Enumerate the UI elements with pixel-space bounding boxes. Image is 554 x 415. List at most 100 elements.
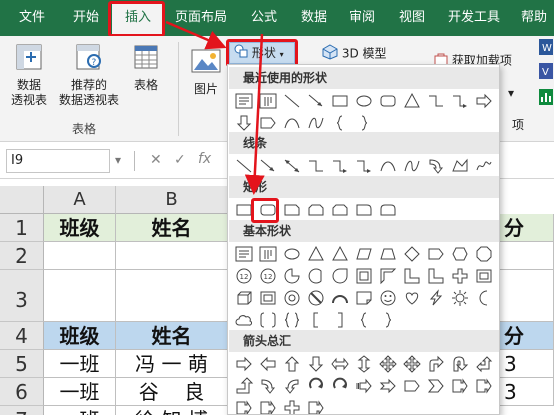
line-shape-freeform-icon[interactable]	[450, 156, 470, 176]
cell-b2[interactable]	[116, 242, 228, 270]
recent-shape-tri-icon[interactable]	[402, 91, 422, 111]
name-box[interactable]: I9	[6, 149, 110, 173]
arrow-shape-bentup-icon[interactable]	[234, 376, 254, 396]
rect-shape-snip2-icon[interactable]	[306, 200, 326, 220]
basic-shape-frame-icon[interactable]	[354, 266, 374, 286]
column-header-a[interactable]: A	[44, 186, 116, 214]
arrow-shape-circArrow-icon[interactable]	[306, 376, 326, 396]
line-shape-elbow-icon[interactable]	[306, 156, 326, 176]
basic-shape-textbox-icon[interactable]	[234, 244, 254, 264]
basic-shape-teardrop-icon[interactable]	[330, 266, 350, 286]
namebox-chevron-icon[interactable]: ▾	[112, 153, 124, 168]
recent-shape-oval-icon[interactable]	[354, 91, 374, 111]
arrow-shape-callout-icon[interactable]	[450, 376, 470, 396]
line-shape-scurve-icon[interactable]	[402, 156, 422, 176]
rect-shape-round2-icon[interactable]	[378, 200, 398, 220]
row-header-7[interactable]: 7	[0, 406, 44, 415]
column-header-b[interactable]: B	[116, 186, 228, 214]
cell-tail-6[interactable]: 3	[500, 378, 554, 406]
arrow-shape-plusShape-icon[interactable]	[282, 398, 302, 414]
arrow-shape-curvedL-icon[interactable]	[282, 376, 302, 396]
basic-shape-lshape-icon[interactable]	[426, 266, 446, 286]
cell-a3[interactable]	[44, 270, 116, 322]
recent-shape-pent-icon[interactable]	[258, 113, 278, 133]
cell-a6[interactable]: 一班	[44, 378, 116, 406]
basic-shape-pie-icon[interactable]	[282, 266, 302, 286]
table-button[interactable]: 表格	[126, 42, 166, 93]
cell-a5[interactable]: 一班	[44, 350, 116, 378]
my-addins-chevron[interactable]: ▾	[500, 86, 522, 101]
arrow-shape-chevron-icon[interactable]	[426, 376, 446, 396]
tab-review[interactable]: 审阅	[340, 0, 384, 36]
basic-shape-bevel-icon[interactable]	[474, 266, 494, 286]
basic-shape-tri-icon[interactable]	[306, 244, 326, 264]
arrow-shape-lrarrow-icon[interactable]	[330, 354, 350, 374]
basic-shape-circle12-icon[interactable]: 12	[258, 266, 278, 286]
arrow-shape-callout-icon[interactable]	[234, 398, 254, 414]
recent-shape-line-icon[interactable]	[282, 91, 302, 111]
arrow-shape-striped-icon[interactable]	[354, 376, 374, 396]
recommended-pivot-button[interactable]: ? 推荐的 数据透视表	[54, 42, 124, 108]
line-shape-dblarrow-icon[interactable]	[282, 156, 302, 176]
cell-score-header-1[interactable]: 分	[500, 214, 554, 242]
basic-shape-para-icon[interactable]	[354, 244, 374, 264]
basic-shape-heart-icon[interactable]	[402, 288, 422, 308]
cell-b6[interactable]: 谷 良	[116, 378, 228, 406]
basic-shape-oct-icon[interactable]	[474, 244, 494, 264]
line-shape-arrowline-icon[interactable]	[258, 156, 278, 176]
basic-shape-lshape-icon[interactable]	[402, 266, 422, 286]
insert-function-icon[interactable]: fx	[198, 151, 211, 167]
tab-home[interactable]: 开始	[62, 0, 110, 36]
basic-shape-diamond-icon[interactable]	[402, 244, 422, 264]
basic-shape-nosym-icon[interactable]	[306, 288, 326, 308]
cell-tail-3[interactable]	[500, 270, 554, 322]
cell-score-header-4[interactable]: 分	[500, 322, 554, 350]
line-shape-elbowarr-icon[interactable]	[330, 156, 350, 176]
row-header-3[interactable]: 3	[0, 270, 44, 322]
row-header-4[interactable]: 4	[0, 322, 44, 350]
recent-shape-lbrace-icon[interactable]	[330, 113, 350, 133]
basic-shape-cloud-icon[interactable]	[234, 310, 254, 330]
line-shape-elbowarr-icon[interactable]	[354, 156, 374, 176]
basic-shape-bracepair-icon[interactable]	[282, 310, 302, 330]
arrow-shape-notched-icon[interactable]	[378, 376, 398, 396]
basic-shape-lbrack-icon[interactable]	[306, 310, 326, 330]
arrow-shape-quad-icon[interactable]	[378, 354, 398, 374]
arrow-shape-rarrow-icon[interactable]	[234, 354, 254, 374]
arrow-shape-leftup-icon[interactable]	[474, 354, 494, 374]
arrow-shape-callout-icon[interactable]	[306, 398, 326, 414]
arrow-shape-udarrow-icon[interactable]	[354, 354, 374, 374]
cell-a7[interactable]: 一班	[44, 406, 116, 415]
recent-shape-arrowline-icon[interactable]	[306, 91, 326, 111]
recent-shape-rrect-icon[interactable]	[378, 91, 398, 111]
basic-shape-smile-icon[interactable]	[378, 288, 398, 308]
row-header-2[interactable]: 2	[0, 242, 44, 270]
basic-shape-donut-icon[interactable]	[282, 288, 302, 308]
line-shape-curvedR-icon[interactable]	[426, 156, 446, 176]
recent-shape-darrow-icon[interactable]	[234, 113, 254, 133]
tab-formulas[interactable]: 公式	[240, 0, 288, 36]
arrow-shape-uturn-icon[interactable]	[450, 354, 470, 374]
pivot-table-button[interactable]: 数据 透视表	[6, 42, 52, 108]
enter-icon[interactable]: ✓	[174, 152, 186, 168]
basic-shape-halfframe-icon[interactable]	[378, 266, 398, 286]
basic-shape-bolt-icon[interactable]	[426, 288, 446, 308]
cancel-icon[interactable]: ✕	[150, 152, 162, 168]
chart-app-icon[interactable]	[538, 88, 554, 110]
basic-shape-sun-icon[interactable]	[450, 288, 470, 308]
row-header-1[interactable]: 1	[0, 214, 44, 242]
cell-a2[interactable]	[44, 242, 116, 270]
basic-shape-rbrace-icon[interactable]	[378, 310, 398, 330]
tab-view[interactable]: 视图	[390, 0, 434, 36]
basic-shape-arc-icon[interactable]	[330, 288, 350, 308]
basic-shape-tri-icon[interactable]	[330, 244, 350, 264]
basic-shape-circle12-icon[interactable]: 12	[234, 266, 254, 286]
arrow-shape-uarrow-icon[interactable]	[282, 354, 302, 374]
recent-shape-elbowarr-icon[interactable]	[450, 91, 470, 111]
line-shape-line-icon[interactable]	[234, 156, 254, 176]
tab-help[interactable]: 帮助	[512, 0, 554, 36]
arrow-shape-bent-icon[interactable]	[426, 354, 446, 374]
pictures-button[interactable]: 图片	[186, 46, 226, 97]
recent-shape-scurve-icon[interactable]	[306, 113, 326, 133]
basic-shape-lbrace-icon[interactable]	[354, 310, 374, 330]
